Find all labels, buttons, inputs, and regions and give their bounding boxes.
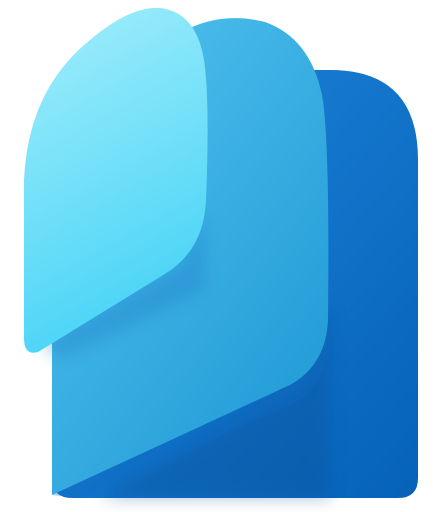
stacked-pages-logo-icon bbox=[24, 7, 418, 498]
logo-canvas bbox=[0, 0, 433, 512]
